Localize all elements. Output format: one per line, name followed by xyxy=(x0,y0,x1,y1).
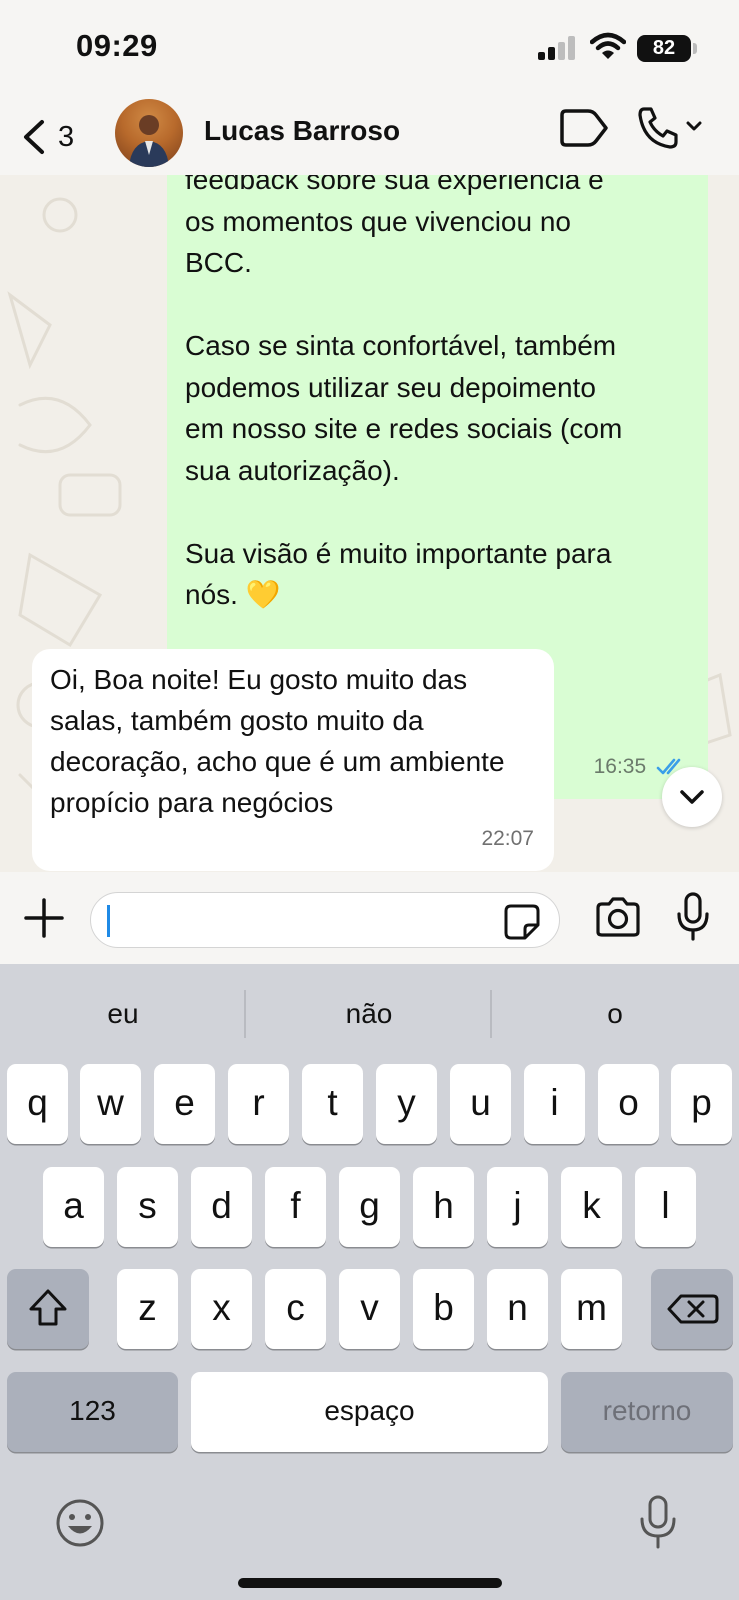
avatar[interactable] xyxy=(115,99,183,167)
wifi-icon xyxy=(590,32,626,59)
text-caret xyxy=(107,905,110,937)
key-t[interactable]: t xyxy=(302,1064,363,1144)
sticker-icon[interactable] xyxy=(503,903,541,941)
key-p[interactable]: p xyxy=(671,1064,732,1144)
key-e[interactable]: e xyxy=(154,1064,215,1144)
chat-header: 3 Lucas Barroso xyxy=(0,95,739,175)
key-b[interactable]: b xyxy=(413,1269,474,1349)
back-button[interactable]: 3 xyxy=(14,111,84,161)
suggestion-3[interactable]: o xyxy=(495,998,735,1030)
key-s[interactable]: s xyxy=(117,1167,178,1247)
key-u[interactable]: u xyxy=(450,1064,511,1144)
key-g[interactable]: g xyxy=(339,1167,400,1247)
call-button[interactable] xyxy=(636,105,706,151)
message-time: 16:35 xyxy=(593,754,647,778)
chevron-left-icon xyxy=(24,120,44,154)
key-y[interactable]: y xyxy=(376,1064,437,1144)
key-l[interactable]: l xyxy=(635,1167,696,1247)
plus-icon[interactable] xyxy=(22,896,66,940)
key-d[interactable]: d xyxy=(191,1167,252,1247)
shift-icon xyxy=(29,1289,67,1326)
key-f[interactable]: f xyxy=(265,1167,326,1247)
key-k[interactable]: k xyxy=(561,1167,622,1247)
microphone-icon[interactable] xyxy=(676,892,710,942)
suggestion-divider xyxy=(490,990,492,1038)
status-time: 09:29 xyxy=(76,28,158,63)
key-i[interactable]: i xyxy=(524,1064,585,1144)
key-v[interactable]: v xyxy=(339,1269,400,1349)
return-key[interactable]: retorno xyxy=(561,1372,733,1452)
incoming-message[interactable]: Oi, Boa noite! Eu gosto muito das salas,… xyxy=(32,649,554,871)
key-x[interactable]: x xyxy=(191,1269,252,1349)
space-key[interactable]: espaço xyxy=(191,1372,548,1452)
key-h[interactable]: h xyxy=(413,1167,474,1247)
signal-icon xyxy=(538,36,578,60)
chevron-down-icon xyxy=(680,790,704,804)
incoming-message-text: Oi, Boa noite! Eu gosto muito das salas,… xyxy=(50,664,505,818)
battery-indicator: 82 xyxy=(637,35,697,62)
home-indicator[interactable] xyxy=(238,1578,502,1588)
numbers-key[interactable]: 123 xyxy=(7,1372,178,1452)
message-composer xyxy=(0,872,739,964)
shift-key[interactable] xyxy=(7,1269,89,1349)
unread-count: 3 xyxy=(58,121,75,153)
suggestion-divider xyxy=(244,990,246,1038)
scroll-to-bottom-button[interactable] xyxy=(662,767,722,827)
key-n[interactable]: n xyxy=(487,1269,548,1349)
dictation-icon[interactable] xyxy=(638,1494,678,1550)
key-z[interactable]: z xyxy=(117,1269,178,1349)
message-input[interactable] xyxy=(90,892,560,948)
key-o[interactable]: o xyxy=(598,1064,659,1144)
suggestion-2[interactable]: não xyxy=(249,998,489,1030)
emoji-icon[interactable] xyxy=(54,1497,106,1549)
chat-area[interactable]: feedback sobre sua experiência e os mome… xyxy=(0,175,739,872)
keyboard: eu não o q w e r t y u i o p a s d f g h… xyxy=(0,964,739,1600)
key-a[interactable]: a xyxy=(43,1167,104,1247)
key-j[interactable]: j xyxy=(487,1167,548,1247)
contact-name[interactable]: Lucas Barroso xyxy=(204,115,400,147)
key-q[interactable]: q xyxy=(7,1064,68,1144)
camera-icon[interactable] xyxy=(594,896,642,938)
key-c[interactable]: c xyxy=(265,1269,326,1349)
key-r[interactable]: r xyxy=(228,1064,289,1144)
backspace-icon xyxy=(667,1294,719,1324)
message-time: 22:07 xyxy=(481,827,534,850)
outgoing-message-text: feedback sobre sua experiência e os mome… xyxy=(185,175,623,610)
key-m[interactable]: m xyxy=(561,1269,622,1349)
key-w[interactable]: w xyxy=(80,1064,141,1144)
status-bar: 09:29 82 xyxy=(0,0,739,95)
backspace-key[interactable] xyxy=(651,1269,733,1349)
suggestion-1[interactable]: eu xyxy=(3,998,243,1030)
video-icon[interactable] xyxy=(558,107,610,149)
phone-icon xyxy=(638,107,702,149)
